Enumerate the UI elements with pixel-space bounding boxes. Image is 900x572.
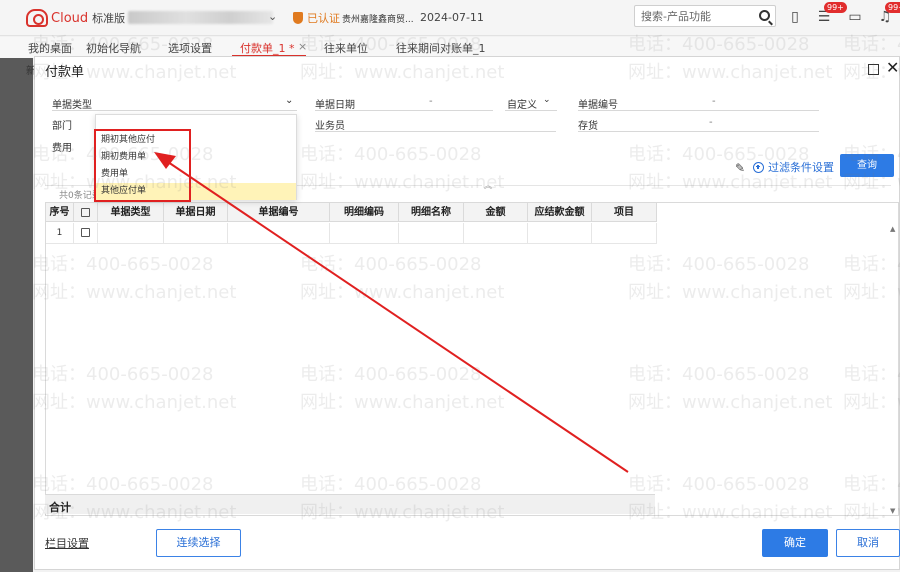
cloud-logo-icon [26,9,48,27]
todo-badge: 99+ [824,2,847,13]
verified-badge: 已认证 [293,10,340,26]
pin-icon[interactable]: ✎ [735,161,745,175]
shield-icon [293,12,303,24]
tablet-icon[interactable]: ▯ [786,8,804,26]
doc-no-range[interactable] [578,110,819,111]
row-checkbox[interactable] [81,228,90,237]
doc-type-select[interactable] [52,110,297,111]
column-header-doc-no[interactable]: 单据编号 [228,203,330,222]
grid-header: 序号 单据类型 单据日期 单据编号 明细编码 明细名称 金额 应结款金额 项目 [46,203,657,222]
tab-my-desktop[interactable]: 我的桌面 [28,40,72,56]
search-input[interactable] [635,6,753,26]
doc-date-label: 单据日期 [315,100,355,111]
tab-bar: 我的桌面 初始化导航 选项设置 付款单_1 * × 往来单位 往来期间对账单_1 [0,37,900,58]
row-settle-amount [528,223,592,244]
maximize-icon[interactable] [868,64,879,75]
row-detail-code [330,223,399,244]
chevron-down-icon[interactable]: ⌄ [268,10,277,23]
verified-label: 已认证 [307,12,340,25]
doc-no-label: 单据编号 [578,100,618,111]
edition-label: 标准版 [92,12,126,25]
salesman-label: 业务员 [315,121,345,132]
column-header-doc-date[interactable]: 单据日期 [164,203,228,222]
brand-name: Cloud [51,10,89,26]
todo-icon[interactable]: ☰ 99+ [815,2,847,26]
totals-label: 合计 [49,501,71,514]
search-box[interactable] [634,5,776,27]
column-header-project[interactable]: 项目 [592,203,657,222]
background-sidebar [0,58,33,572]
expense-label: 费用 [52,143,72,154]
message-icon[interactable]: ▭ [846,8,864,26]
doc-date-separator: - [429,96,433,107]
totals-row: 合计 [45,494,655,514]
tab-reconciliation[interactable]: 往来期间对账单_1 [396,40,486,56]
inventory-separator: - [709,117,713,128]
row-doc-type [98,223,164,244]
row-doc-date [164,223,228,244]
column-header-doc-type[interactable]: 单据类型 [98,203,164,222]
column-header-amount[interactable]: 金额 [464,203,528,222]
annotation-highlight-box [94,129,191,202]
row-index: 1 [46,223,74,244]
salesman-input[interactable] [315,131,556,132]
column-header-index[interactable]: 序号 [46,203,74,222]
row-detail-name [399,223,464,244]
date-custom-underline [505,110,557,111]
doc-no-separator: - [712,96,716,107]
tab-partners[interactable]: 往来单位 [324,40,368,56]
department-label: 部门 [52,121,72,132]
filter-settings-label: 过滤条件设置 [768,161,834,174]
dialog-title: 付款单 [45,65,85,80]
close-icon[interactable]: ✕ [886,59,899,77]
tab-init-guide[interactable]: 初始化导航 [86,40,141,56]
doc-type-label: 单据类型 [52,100,92,111]
column-settings-link[interactable]: 栏目设置 [45,535,89,551]
inventory-label: 存货 [578,121,598,132]
column-header-settle-amount[interactable]: 应结款金额 [528,203,592,222]
top-bar: Cloud 标准版 ⌄ 已认证 贵州嘉隆鑫商贸... 2024-07-11 ▯ … [0,0,900,36]
tab-payment-voucher[interactable]: 付款单_1 * [240,40,295,56]
cancel-button[interactable]: 取消 [836,529,900,557]
search-icon[interactable] [759,10,770,21]
column-header-detail-name[interactable]: 明细名称 [399,203,464,222]
filter-settings-link[interactable]: 过滤条件设置 [753,159,834,175]
payment-voucher-dialog: 付款单 ✕ 单据类型 ⌄ 单据日期 - 自定义 ⌄ 单据编号 - 部门 业务员 … [34,56,900,570]
row-amount [464,223,528,244]
bell-icon[interactable]: ♫99+ [876,2,900,26]
continuous-select-button[interactable]: 连续选择 [156,529,241,557]
chanjet-logo[interactable]: Cloud 标准版 [26,8,125,28]
collapse-icon[interactable]: ︽ [482,180,494,190]
vertical-scrollbar[interactable]: ▲ ▼ [889,223,898,515]
company-name[interactable]: 贵州嘉隆鑫商贸... [342,12,414,25]
chevron-down-icon[interactable]: ⌄ [285,95,293,106]
notification-badge: 99+ [885,2,900,13]
scroll-down-icon[interactable]: ▼ [890,507,895,515]
data-grid: 序号 单据类型 单据日期 单据编号 明细编码 明细名称 金额 应结款金额 项目 … [45,202,899,516]
plus-circle-icon [753,161,764,173]
row-doc-no [228,223,330,244]
query-button[interactable]: 查询 [840,154,894,177]
account-name-blurred[interactable] [128,11,273,24]
doc-date-range[interactable] [315,110,493,111]
scroll-up-icon[interactable]: ▲ [890,225,895,233]
inventory-range[interactable] [578,131,819,132]
confirm-button[interactable]: 确定 [762,529,828,557]
chevron-down-icon[interactable]: ⌄ [543,95,551,105]
column-header-select-all[interactable] [74,203,98,222]
column-header-detail-code[interactable]: 明细编码 [330,203,399,222]
tab-close-icon[interactable]: × [298,40,307,53]
tab-options[interactable]: 选项设置 [168,40,212,56]
date-custom-select[interactable]: 自定义 [507,96,537,111]
select-all-checkbox[interactable] [81,207,90,217]
row-project [592,223,657,244]
row-select-cell[interactable] [74,223,98,244]
business-date: 2024-07-11 [420,11,484,24]
